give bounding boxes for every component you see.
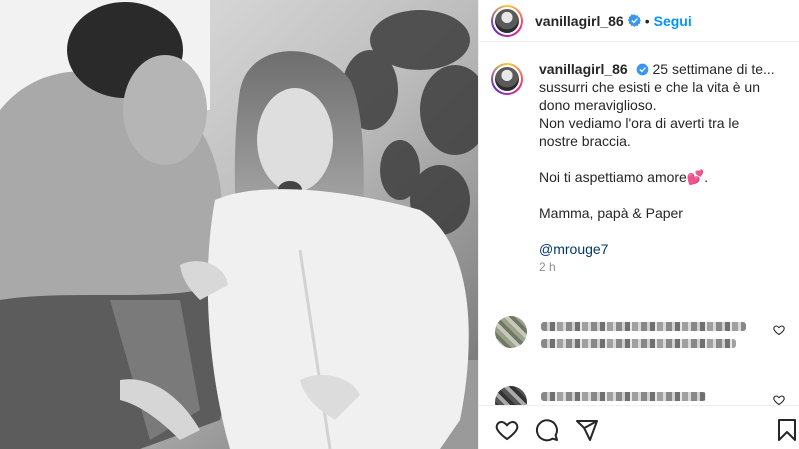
mention-link[interactable]: @mrouge7 [539, 241, 608, 257]
heart-icon[interactable] [495, 418, 519, 442]
share-icon[interactable] [575, 418, 599, 442]
bookmark-icon[interactable] [775, 418, 799, 442]
verified-badge-icon [636, 63, 648, 76]
caption-line: 25 settimane di te... [652, 61, 775, 77]
post-timestamp[interactable]: 2 h [539, 258, 775, 276]
comment-blurred-text [541, 316, 746, 356]
post-action-bar [479, 405, 799, 449]
caption-line: sussurri che esisti e che la vita è un [539, 79, 760, 95]
caption-body: vanillagirl_86 25 settimane di te... sus… [539, 60, 775, 276]
comment-icon[interactable] [535, 418, 559, 442]
author-avatar[interactable] [491, 4, 523, 37]
post-header: vanillagirl_86 • Segui [479, 0, 799, 42]
caption-line: nostre braccia. [539, 133, 631, 149]
caption-line: Non vediamo l'ora di averti tra le [539, 115, 740, 131]
post-caption: vanillagirl_86 25 settimane di te... sus… [491, 60, 791, 276]
caption-line: Mamma, papà & Paper [539, 205, 683, 221]
comment-like-heart-icon[interactable] [773, 324, 785, 336]
follow-button[interactable]: Segui [654, 13, 692, 29]
verified-badge-icon [627, 14, 641, 27]
commenter-avatar[interactable] [495, 316, 527, 348]
caption-line: Noi ti aspettiamo amore💕. [539, 169, 709, 185]
post-side-panel: vanillagirl_86 • Segui vanillagirl_86 25… [478, 0, 799, 449]
separator-dot: • [644, 12, 650, 29]
caption-line: dono meraviglioso. [539, 97, 657, 113]
caption-author-avatar[interactable] [491, 63, 523, 95]
author-username[interactable]: vanillagirl_86 [535, 13, 624, 29]
post-photo[interactable] [0, 0, 478, 449]
post-photo-illustration [0, 0, 478, 449]
comment-item [495, 316, 785, 356]
caption-username[interactable]: vanillagirl_86 [539, 61, 628, 77]
